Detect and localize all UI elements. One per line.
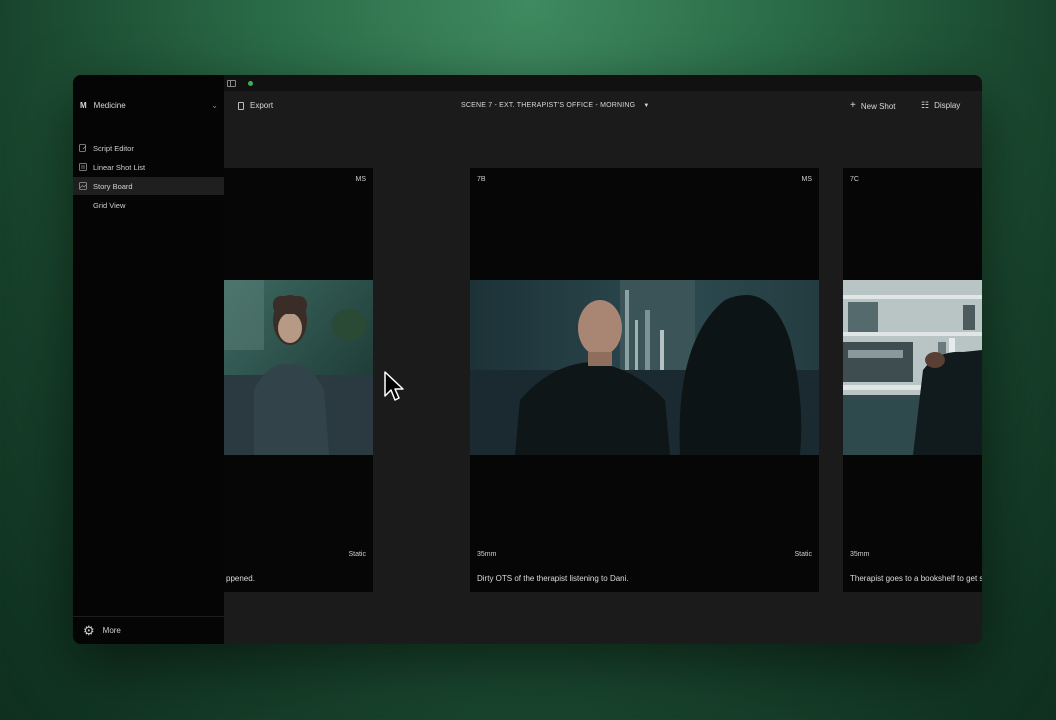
- sidebar-item-label: Script Editor: [93, 143, 134, 153]
- sidebar-item-label: Grid View: [93, 200, 126, 210]
- display-button[interactable]: ☷ Display: [921, 100, 961, 111]
- window-top-bar: [224, 75, 982, 91]
- shot-description: Therapist goes to a bookshelf to get som…: [850, 574, 982, 583]
- shot-id: 7C: [850, 176, 859, 183]
- display-label: Display: [934, 101, 961, 110]
- list-icon: [79, 163, 87, 171]
- storyboard: MS Static ppened. 7B MS 35mm Static Dirt…: [224, 168, 982, 594]
- script-icon: [79, 144, 87, 152]
- export-label: Export: [250, 101, 274, 110]
- shot-frame-image: [470, 280, 819, 455]
- shot-lens: 35mm: [850, 551, 870, 558]
- sidebar-item-story-board[interactable]: Story Board: [73, 177, 224, 195]
- shot-frame-image: [224, 280, 373, 455]
- sidebar-item-script-editor[interactable]: Script Editor: [73, 139, 224, 157]
- app-window: M Medicine ⌄ Script Editor Linear Shot L…: [73, 75, 982, 644]
- sidebar-item-label: Linear Shot List: [93, 162, 146, 172]
- sidebar-nav: Script Editor Linear Shot List Story Boa…: [73, 139, 224, 215]
- toolbar: Export SCENE 7 - EXT. THERAPIST'S OFFICE…: [224, 91, 982, 121]
- more-button[interactable]: ⚙ More: [73, 616, 224, 644]
- sidebar-item-grid-view[interactable]: Grid View: [73, 196, 224, 214]
- sidebar: M Medicine ⌄ Script Editor Linear Shot L…: [73, 75, 225, 644]
- shot-description: ppened.: [226, 574, 255, 583]
- mouse-cursor-icon: [384, 371, 404, 401]
- storyboard-icon: [79, 182, 87, 190]
- more-label: More: [102, 626, 121, 635]
- project-switcher[interactable]: M Medicine ⌄: [80, 97, 218, 113]
- document-icon: [238, 101, 244, 110]
- project-logo: M: [80, 100, 87, 110]
- status-dot: [248, 80, 253, 86]
- shot-size: MS: [355, 176, 367, 183]
- shot-lens: 35mm: [477, 551, 497, 558]
- sidebar-toggle-icon[interactable]: [227, 79, 236, 87]
- caret-down-icon: ▼: [643, 102, 650, 109]
- main-area: Export SCENE 7 - EXT. THERAPIST'S OFFICE…: [224, 91, 982, 644]
- shot-card[interactable]: 7B MS 35mm Static Dirty OTS of the thera…: [470, 168, 819, 592]
- shot-movement: Static: [348, 551, 366, 558]
- project-name: Medicine: [93, 100, 126, 110]
- new-shot-button[interactable]: + New Shot: [850, 101, 896, 111]
- gear-icon: ⚙: [83, 623, 95, 638]
- shot-frame-image: [843, 280, 982, 455]
- scene-title: SCENE 7 - EXT. THERAPIST'S OFFICE - MORN…: [461, 102, 636, 109]
- export-button[interactable]: Export: [238, 101, 273, 110]
- sidebar-item-linear-shot-list[interactable]: Linear Shot List: [73, 158, 224, 176]
- shot-size: MS: [801, 176, 813, 183]
- new-shot-label: New Shot: [860, 101, 896, 111]
- shot-card[interactable]: MS Static ppened.: [224, 168, 373, 592]
- sidebar-item-label: Story Board: [93, 181, 133, 191]
- shot-description: Dirty OTS of the therapist listening to …: [477, 574, 629, 583]
- chevron-down-icon: ⌄: [211, 100, 218, 110]
- shot-movement: Static: [794, 551, 812, 558]
- sliders-icon: ☷: [921, 100, 930, 110]
- scene-selector[interactable]: SCENE 7 - EXT. THERAPIST'S OFFICE - MORN…: [461, 102, 649, 109]
- shot-card[interactable]: 7C 35mm Therapist goes to a bookshelf to…: [843, 168, 982, 592]
- shot-id: 7B: [477, 176, 486, 183]
- plus-icon: +: [850, 100, 856, 111]
